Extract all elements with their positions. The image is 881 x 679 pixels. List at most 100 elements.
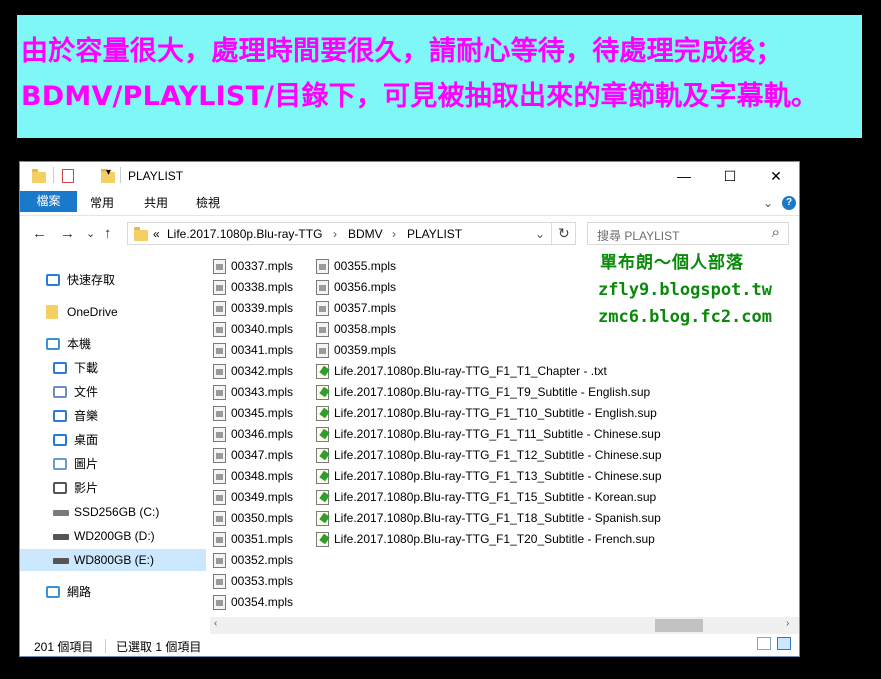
file-name: Life.2017.1080p.Blu-ray-TTG_F1_T12_Subti… xyxy=(334,448,662,462)
document-file-icon xyxy=(316,490,329,505)
picture-icon xyxy=(53,458,67,470)
playlist-file-icon xyxy=(316,301,329,316)
sidebar-item-label: 圖片 xyxy=(74,457,99,471)
properties-icon[interactable] xyxy=(62,169,74,183)
watermark-url: zmc6.blog.fc2.com xyxy=(598,307,772,327)
separator xyxy=(53,167,54,183)
sidebar-item-label: WD800GB (E:) xyxy=(74,553,155,567)
caption-line-1: 由於容量很大，處理時間要很久，請耐心等待，待處理完成後； xyxy=(21,36,783,67)
file-name: 00355.mpls xyxy=(334,259,397,273)
address-bar[interactable]: « Life.2017.1080p.Blu-ray-TTG › BDMV › P… xyxy=(127,222,576,245)
minimize-button[interactable]: — xyxy=(661,162,707,190)
breadcrumb-separator[interactable]: › xyxy=(392,227,396,241)
document-file-icon xyxy=(316,427,329,442)
playlist-file-icon xyxy=(213,490,226,505)
computer-icon xyxy=(46,338,60,350)
tab-view[interactable]: 檢視 xyxy=(186,191,230,215)
breadcrumb-item[interactable]: Life.2017.1080p.Blu-ray-TTG xyxy=(167,227,322,241)
horizontal-scrollbar[interactable]: ‹ › xyxy=(210,617,799,634)
desktop-icon xyxy=(53,434,67,446)
document-file-icon xyxy=(316,511,329,526)
tab-share[interactable]: 共用 xyxy=(134,191,178,215)
playlist-file-icon xyxy=(213,364,226,379)
sidebar-item-label: OneDrive xyxy=(67,305,118,319)
breadcrumb-item[interactable]: BDMV xyxy=(348,227,383,241)
sidebar-item[interactable]: 快速存取 xyxy=(20,269,206,291)
playlist-file-icon xyxy=(213,322,226,337)
sidebar-item[interactable]: WD200GB (D:) xyxy=(20,525,206,547)
file-name: 00346.mpls xyxy=(231,427,294,441)
chevron-down-icon[interactable]: ⌄ xyxy=(760,191,776,215)
playlist-file-icon xyxy=(213,259,226,274)
file-name: 00351.mpls xyxy=(231,532,294,546)
drive-icon xyxy=(53,558,69,564)
breadcrumb-separator[interactable]: › xyxy=(333,227,337,241)
forward-button[interactable]: → xyxy=(60,225,75,242)
tab-file[interactable]: 檔案 xyxy=(20,191,77,212)
file-name: 00358.mpls xyxy=(334,322,397,336)
file-name: 00342.mpls xyxy=(231,364,294,378)
sidebar-item-label: 網路 xyxy=(67,585,92,599)
sidebar-item[interactable]: 本機 xyxy=(20,333,206,355)
explorer-window: ▾ PLAYLIST — ☐ ✕ 檔案 常用 共用 檢視 ⌄ ? ← → ⌄ ↑… xyxy=(19,161,800,657)
sidebar-item-label: 本機 xyxy=(67,337,92,351)
search-input[interactable]: 搜尋 PLAYLIST ⌕ xyxy=(587,222,789,245)
large-icons-view-icon[interactable] xyxy=(777,637,791,650)
separator xyxy=(551,223,552,244)
search-icon[interactable]: ⌕ xyxy=(772,224,780,241)
download-icon xyxy=(53,362,67,374)
playlist-file-icon xyxy=(316,259,329,274)
file-name: 00359.mpls xyxy=(334,343,397,357)
maximize-button[interactable]: ☐ xyxy=(707,162,753,190)
scroll-thumb[interactable] xyxy=(655,619,703,632)
sidebar-item[interactable]: 音樂 xyxy=(20,405,206,427)
scroll-left-button[interactable]: ‹ xyxy=(214,618,217,629)
back-button[interactable]: ← xyxy=(32,225,47,242)
sidebar-item[interactable]: SSD256GB (C:) xyxy=(20,501,206,523)
scroll-right-button[interactable]: › xyxy=(786,618,789,629)
selected-count: 已選取 1 個項目 xyxy=(116,640,202,654)
playlist-file-icon xyxy=(213,406,226,421)
folder-icon[interactable] xyxy=(32,169,46,183)
file-name: 00345.mpls xyxy=(231,406,294,420)
recent-locations-button[interactable]: ⌄ xyxy=(86,227,95,240)
up-button[interactable]: ↑ xyxy=(104,225,112,242)
playlist-file-icon xyxy=(213,595,226,610)
playlist-file-icon xyxy=(213,511,226,526)
details-view-icon[interactable] xyxy=(757,637,771,650)
sidebar-item[interactable]: 桌面 xyxy=(20,429,206,451)
file-name: 00348.mpls xyxy=(231,469,294,483)
sidebar-item-label: 文件 xyxy=(74,385,99,399)
sidebar-item[interactable]: 文件 xyxy=(20,381,206,403)
file-name: Life.2017.1080p.Blu-ray-TTG_F1_T10_Subti… xyxy=(334,406,657,420)
sidebar-item-label: 音樂 xyxy=(74,409,99,423)
caption-line-2: BDMV/PLAYLIST/目錄下，可見被抽取出來的章節軌及字幕軌。 xyxy=(21,81,819,112)
sidebar-item[interactable]: WD800GB (E:) xyxy=(20,549,206,571)
tab-home[interactable]: 常用 xyxy=(80,191,124,215)
sidebar-item[interactable]: 影片 xyxy=(20,477,206,499)
window-title: PLAYLIST xyxy=(128,169,184,183)
refresh-button[interactable]: ↻ xyxy=(558,225,570,242)
breadcrumb-item[interactable]: PLAYLIST xyxy=(407,227,462,241)
folder-icon xyxy=(134,227,148,241)
breadcrumb-prefix[interactable]: « xyxy=(153,227,160,241)
sidebar-item[interactable]: 網路 xyxy=(20,581,206,603)
sidebar-item-label: 快速存取 xyxy=(67,273,116,287)
search-placeholder: 搜尋 PLAYLIST xyxy=(597,229,680,243)
file-name: Life.2017.1080p.Blu-ray-TTG_F1_T18_Subti… xyxy=(334,511,661,525)
playlist-file-icon xyxy=(316,343,329,358)
playlist-file-icon xyxy=(213,385,226,400)
customize-qat-icon[interactable]: ▾ xyxy=(106,167,111,183)
sidebar-item[interactable]: 圖片 xyxy=(20,453,206,475)
playlist-file-icon xyxy=(213,574,226,589)
sidebar-item[interactable]: 下載 xyxy=(20,357,206,379)
sidebar-item[interactable]: OneDrive xyxy=(20,301,206,323)
help-icon[interactable]: ? xyxy=(782,196,796,210)
status-bar: 201 個項目 已選取 1 個項目 xyxy=(20,637,799,657)
file-name: 00352.mpls xyxy=(231,553,294,567)
playlist-file-icon xyxy=(213,343,226,358)
address-dropdown-button[interactable]: ⌄ xyxy=(535,227,545,241)
watermark-url: zfly9.blogspot.tw xyxy=(598,280,772,300)
network-icon xyxy=(46,586,60,598)
close-button[interactable]: ✕ xyxy=(753,162,799,190)
